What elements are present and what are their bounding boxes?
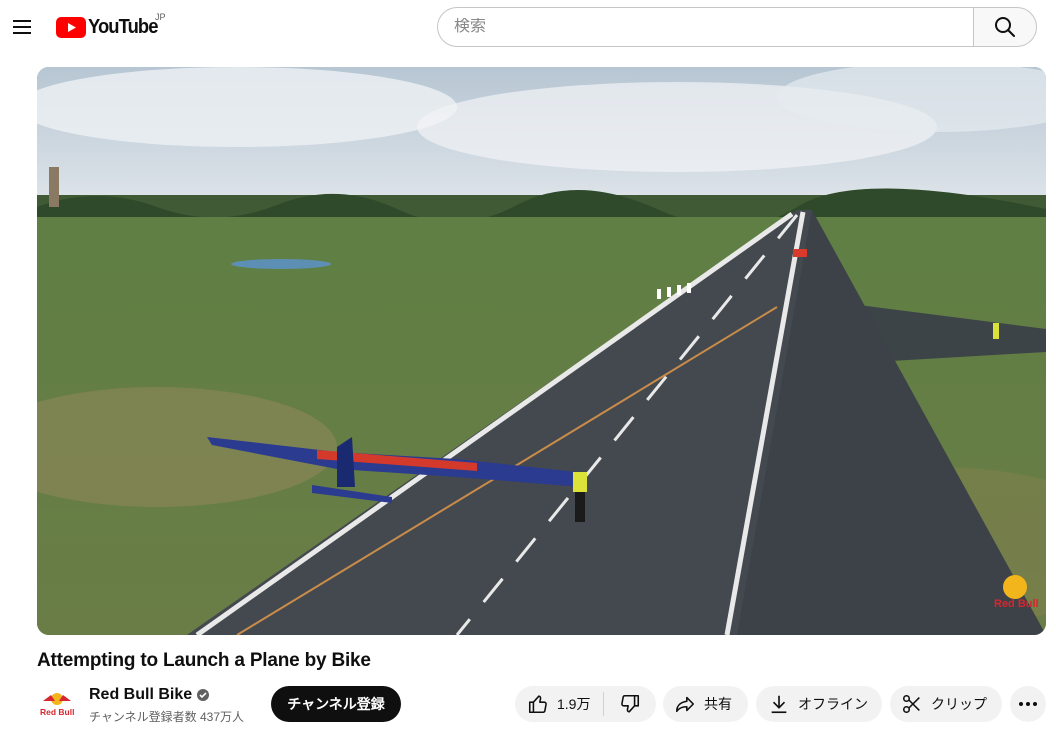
more-actions-button[interactable] xyxy=(1010,686,1046,722)
avatar-text: Red Bull xyxy=(40,707,74,717)
clip-button[interactable]: クリップ xyxy=(890,686,1002,722)
like-count: 1.9万 xyxy=(557,696,591,712)
dislike-button[interactable] xyxy=(604,686,656,722)
search-input[interactable] xyxy=(454,18,974,36)
search-box[interactable] xyxy=(437,7,974,47)
masthead: YouTube JP xyxy=(0,0,1056,56)
like-dislike-group: 1.9万 xyxy=(515,686,656,722)
channel-avatar[interactable]: Red Bull xyxy=(37,685,77,725)
video-player[interactable]: Red Bull xyxy=(37,67,1046,635)
scissors-icon xyxy=(902,694,920,714)
youtube-play-icon xyxy=(56,16,86,38)
thumbs-up-icon xyxy=(528,695,547,714)
share-button[interactable]: 共有 xyxy=(663,686,748,722)
youtube-logo[interactable]: YouTube xyxy=(56,15,164,39)
video-watermark: Red Bull xyxy=(994,598,1039,610)
red-bull-logo-icon: Red Bull xyxy=(40,693,74,717)
like-button[interactable]: 1.9万 xyxy=(515,692,604,716)
download-button[interactable]: オフライン xyxy=(756,686,882,722)
verified-check-icon xyxy=(197,689,210,701)
download-icon xyxy=(771,695,787,714)
video-frame: Red Bull xyxy=(37,67,1046,635)
logo-text: YouTube xyxy=(88,15,158,38)
channel-name-row: Red Bull Bike xyxy=(89,686,210,704)
share-arrow-icon xyxy=(675,696,695,713)
video-title: Attempting to Launch a Plane by Bike xyxy=(37,650,371,671)
clip-label: クリップ xyxy=(931,696,987,712)
share-label: 共有 xyxy=(704,696,732,712)
subscriber-count: チャンネル登録者数 437万人 xyxy=(89,710,244,724)
search-button[interactable] xyxy=(973,7,1037,47)
subscribe-button[interactable]: チャンネル登録 xyxy=(271,686,401,722)
thumbs-down-icon xyxy=(621,694,640,713)
channel-name[interactable]: Red Bull Bike xyxy=(89,686,192,704)
country-code: JP xyxy=(155,12,166,22)
menu-icon[interactable] xyxy=(6,10,38,44)
more-horizontal-icon xyxy=(1019,702,1037,706)
download-label: オフライン xyxy=(798,696,868,712)
search-icon xyxy=(995,17,1015,37)
